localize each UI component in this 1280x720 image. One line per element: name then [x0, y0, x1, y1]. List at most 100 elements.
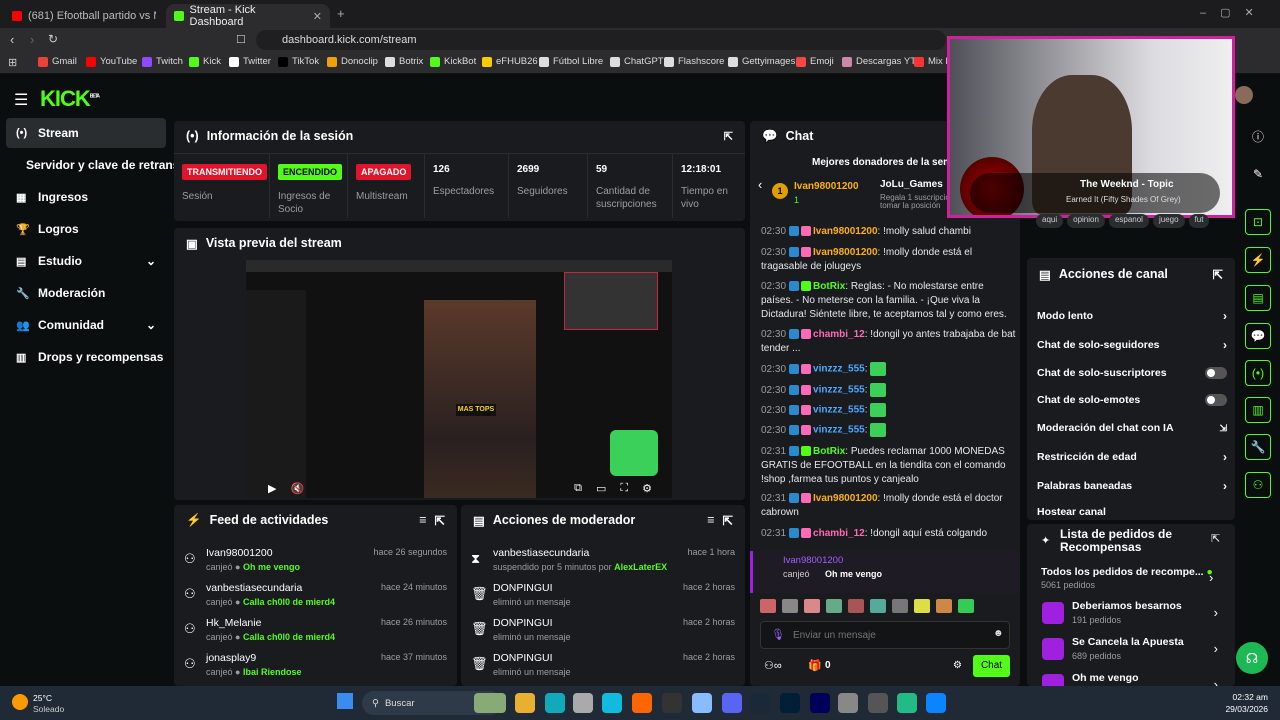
feed-row[interactable]: ⚇ Hk_Melanie hace 26 minutos canjeó ● Calla… [174, 613, 457, 649]
taskbar-app-icon[interactable] [573, 693, 593, 713]
emote-icon[interactable] [760, 599, 776, 613]
mute-icon[interactable]: 🔇 [290, 482, 304, 495]
bookmark-item[interactable]: Gettyimages [728, 56, 795, 67]
popout-icon[interactable]: ⇱ [723, 513, 733, 528]
popout-icon[interactable]: ⇱ [1211, 532, 1220, 545]
taskbar-app-icon[interactable] [692, 693, 712, 713]
chevron-down-icon[interactable]: ⌄ [146, 318, 156, 332]
capture-icon[interactable]: ⊡ [1245, 209, 1271, 235]
bookmark-item[interactable]: Emoji [796, 56, 834, 67]
bookmark-item[interactable]: Gmail [38, 56, 77, 67]
bookmark-icon[interactable]: ☐ [236, 33, 246, 46]
donor-name[interactable]: JoLu_Games [880, 179, 943, 190]
bookmark-item[interactable]: Fútbol Libre [539, 56, 603, 67]
message-user[interactable]: Ivan98001200 [813, 493, 878, 504]
emote-icon[interactable] [826, 599, 842, 613]
tag-chip[interactable]: juego [1152, 214, 1185, 228]
message-user[interactable]: vinzzz_555 [813, 385, 865, 396]
feed-user[interactable]: Ivan98001200 [206, 547, 273, 559]
stream-video[interactable]: MAS TOPS ▶ 🔇 ⧉ ▭ ⛶ ⚙ [246, 260, 672, 498]
mod-target[interactable]: vanbestiasecundaria [493, 547, 589, 559]
support-headset-icon[interactable]: ☊ [1236, 642, 1268, 674]
message-user[interactable]: vinzzz_555 [813, 405, 865, 416]
message-user[interactable]: Ivan98001200 [813, 247, 878, 258]
taskbar-app-icon[interactable] [926, 693, 946, 713]
tag-chip[interactable]: opinion [1067, 214, 1105, 228]
reload-icon[interactable]: ↻ [48, 32, 58, 46]
filter-icon[interactable]: ≡ [707, 513, 714, 527]
emote-icon[interactable] [804, 599, 820, 613]
external-link-icon[interactable]: ⇲ [1219, 423, 1227, 434]
mod-row[interactable]: ⧗ vanbestiasecundaria hace 1 hora suspendid… [461, 543, 745, 579]
chevron-right-icon[interactable]: › [1223, 338, 1227, 352]
sidebar-item-1[interactable]: Servidor y clave de retransn [6, 150, 187, 180]
bookmark-item[interactable]: Flashscore [664, 56, 724, 67]
pip-icon[interactable]: ⧉ [574, 482, 582, 495]
theater-icon[interactable]: ▭ [596, 482, 606, 495]
window-controls-icon[interactable]: –▢✕ [1200, 6, 1268, 19]
popout-icon[interactable]: ⇱ [724, 130, 733, 143]
bookmark-item[interactable]: TikTok [278, 56, 319, 67]
feed-user[interactable]: vanbestiasecundaria [206, 582, 302, 594]
url-input[interactable]: dashboard.kick.com/stream [256, 30, 946, 50]
channel-action-item[interactable]: Modo lento › [1037, 306, 1227, 326]
bookmark-item[interactable]: Donoclip [327, 56, 378, 67]
browser-tab-kick[interactable]: Stream - Kick Dashboard ✕ [166, 4, 330, 28]
windows-start-icon[interactable] [337, 693, 353, 709]
chat-send-button[interactable]: Chat [973, 655, 1010, 677]
mod-row[interactable]: 🗑 DONPINGUI hace 2 horas eliminó un mensaje [461, 648, 745, 684]
taskbar-app-icon[interactable] [632, 693, 652, 713]
feed-user[interactable]: jonasplay9 [206, 652, 256, 664]
feed-row[interactable]: ⚇ vanbestiasecundaria hace 24 minutos canje… [174, 578, 457, 614]
message-user[interactable]: vinzzz_555 [813, 425, 865, 436]
bookmark-item[interactable]: Descargas YT [842, 56, 916, 67]
feed-user[interactable]: Hk_Melanie [206, 617, 261, 629]
chat-input[interactable] [793, 627, 973, 643]
settings-icon[interactable]: ⚙ [953, 660, 962, 671]
tag-chip[interactable]: fut [1188, 214, 1210, 228]
sidebar-item-6[interactable]: 👥 Comunidad ⌄ [6, 310, 166, 340]
browser-tab-youtube[interactable]: (681) Efootball partido vs Melanie pa [4, 4, 164, 28]
emote-bar[interactable] [760, 599, 1010, 617]
kick-logo[interactable]: KICKBETA [40, 86, 100, 112]
back-icon[interactable]: ‹ [10, 32, 14, 47]
emoji-icon[interactable]: ☻ [993, 628, 1004, 639]
mod-target[interactable]: DONPINGUI [493, 652, 553, 664]
sidebar-item-4[interactable]: ▤ Estudio ⌄ [6, 246, 166, 276]
taskbar-app-icon[interactable] [868, 693, 888, 713]
play-icon[interactable]: ▶ [268, 482, 276, 495]
mic-icon[interactable]: 🎙 [771, 628, 785, 641]
fullscreen-icon[interactable]: ⛶ [620, 482, 628, 495]
feed-row[interactable]: ⚇ Ivan98001200 hace 26 segundos canjeó ● Oh… [174, 543, 457, 579]
bookmark-item[interactable]: YouTube [86, 56, 137, 67]
bookmark-item[interactable]: Twitch [142, 56, 183, 67]
emote-icon[interactable] [936, 599, 952, 613]
chevron-right-icon[interactable]: › [1223, 479, 1227, 493]
channel-action-item[interactable]: Moderación del chat con IA ⇲ [1037, 418, 1227, 438]
sidebar-item-0[interactable]: (•) Stream [6, 118, 166, 148]
wrench-icon[interactable]: 🔧 [1245, 434, 1271, 460]
bookmark-item[interactable]: Kick [189, 56, 221, 67]
chevron-down-icon[interactable]: ⌄ [146, 254, 156, 268]
feed-row[interactable]: ⚇ jonasplay9 hace 37 minutos canjeó ● Ibai … [174, 648, 457, 684]
channel-action-item[interactable]: Hostear canal [1037, 502, 1227, 522]
sidebar-item-5[interactable]: 🔧 Moderación [6, 278, 166, 308]
channel-action-item[interactable]: Chat de solo-emotes [1037, 390, 1227, 410]
donor-name[interactable]: Ivan98001200 [794, 181, 859, 192]
taskbar-app-icon[interactable] [545, 693, 565, 713]
close-icon[interactable]: ✕ [313, 10, 322, 23]
popout-icon[interactable]: ⇱ [1213, 267, 1223, 282]
gift-icon[interactable]: 🎁 [808, 659, 822, 672]
chevron-right-icon[interactable]: › [1223, 450, 1227, 464]
channel-action-item[interactable]: Restricción de edad › [1037, 447, 1227, 467]
all-rewards-item[interactable]: Todos los pedidos de recompe... ● [1041, 566, 1221, 578]
bookmark-item[interactable]: Twitter [229, 56, 271, 67]
chevron-right-icon[interactable]: › [1214, 641, 1218, 656]
message-user[interactable]: Ivan98001200 [813, 226, 878, 237]
tag-chip[interactable]: aqui [1036, 214, 1064, 228]
reward-item[interactable]: Oh me vengo › [1028, 668, 1228, 686]
taskbar-app-icon[interactable] [474, 693, 506, 713]
taskbar-app-icon[interactable] [662, 693, 682, 713]
taskbar-app-icon[interactable] [838, 693, 858, 713]
menu-icon[interactable]: ☰ [14, 90, 28, 110]
